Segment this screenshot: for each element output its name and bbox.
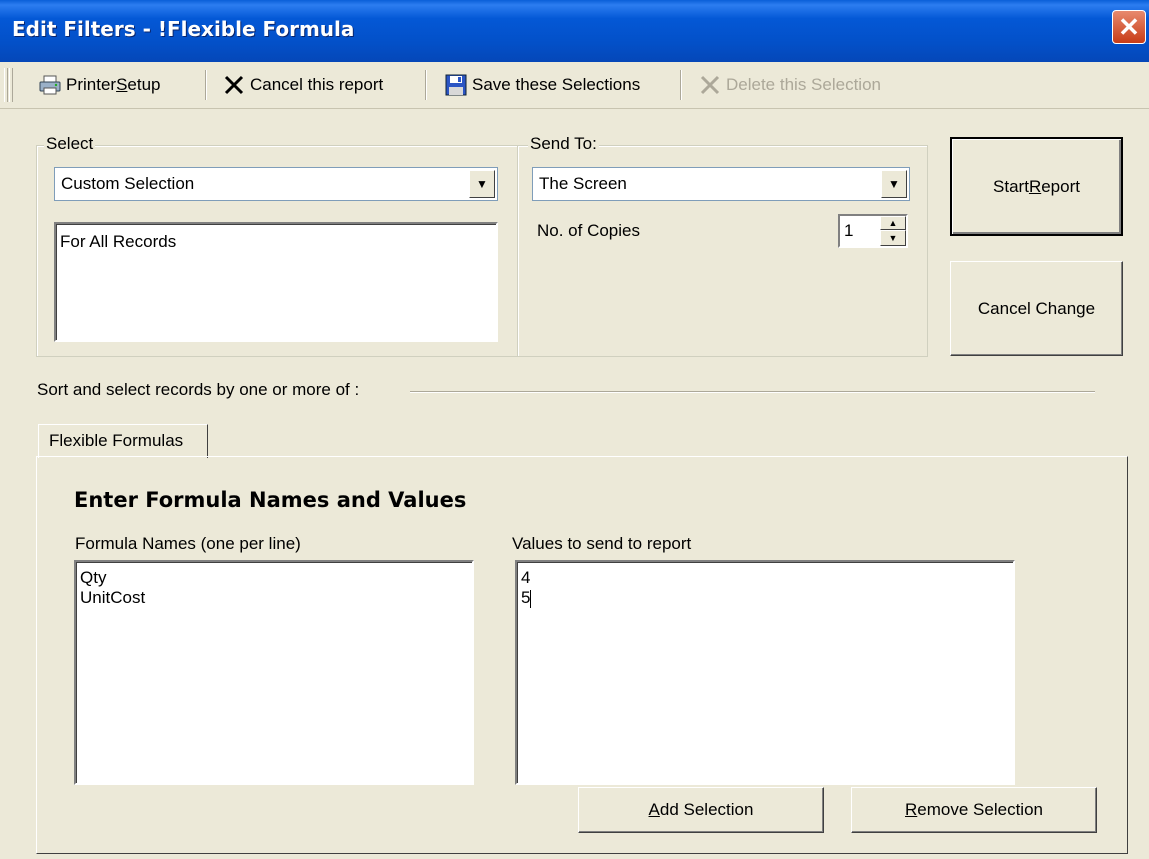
formula-values-label: Values to send to report <box>512 534 692 553</box>
copies-value: 1 <box>844 221 854 240</box>
formula-name-line: Qty <box>80 568 107 587</box>
sort-divider <box>410 391 1095 393</box>
select-group-label: Select <box>44 134 96 154</box>
sort-label: Sort and select records by one or more o… <box>37 380 360 399</box>
formula-name-line: UnitCost <box>80 588 146 607</box>
formula-values-lines: 4 5 <box>521 568 532 608</box>
toolbar-separator <box>425 70 427 100</box>
toolbar-grip[interactable] <box>9 68 13 102</box>
toolbar: Printer Setup Cancel this report Save th… <box>0 62 1149 109</box>
formula-heading: Enter Formula Names and Values <box>74 488 467 512</box>
remove-selection-button[interactable]: Remove Selection <box>851 787 1097 833</box>
delete-selection-button[interactable]: Delete this Selection <box>698 70 881 100</box>
copies-spinner[interactable]: 1 ▲ ▼ <box>838 214 908 248</box>
text-cursor <box>530 589 532 608</box>
chevron-down-icon[interactable]: ▼ <box>469 170 495 198</box>
send-to-group-label: Send To: <box>528 134 599 154</box>
formula-names-lines: Qty UnitCost <box>80 568 145 608</box>
tab-flexible-formulas[interactable]: Flexible Formulas <box>38 424 208 458</box>
criteria-text: For All Records <box>60 232 177 251</box>
spin-down-icon[interactable]: ▼ <box>880 230 906 246</box>
toolbar-grip[interactable] <box>4 68 8 102</box>
x-icon <box>222 74 246 96</box>
formula-names-textarea[interactable]: Qty UnitCost <box>74 560 474 785</box>
floppy-disk-icon <box>444 74 468 96</box>
printer-setup-button[interactable]: Printer Setup <box>38 70 161 100</box>
formula-values-textarea[interactable]: 4 5 <box>515 560 1015 785</box>
selection-combo[interactable]: Custom Selection ▼ <box>54 167 498 201</box>
send-to-combo-value: The Screen <box>539 174 627 193</box>
send-to-combo[interactable]: The Screen ▼ <box>532 167 910 201</box>
cancel-change-button[interactable]: Cancel Change <box>950 261 1123 356</box>
printer-icon <box>38 74 62 96</box>
close-button[interactable]: ✕ <box>1112 10 1146 44</box>
tab-label: Flexible Formulas <box>49 431 184 450</box>
x-icon <box>698 74 722 96</box>
formula-value-line: 5 <box>521 588 532 608</box>
toolbar-separator <box>205 70 207 100</box>
selection-combo-value: Custom Selection <box>61 174 195 193</box>
formula-names-label: Formula Names (one per line) <box>75 534 301 553</box>
copies-label: No. of Copies <box>537 221 640 240</box>
spin-up-icon[interactable]: ▲ <box>880 216 906 230</box>
start-report-button[interactable]: Start Report <box>950 137 1123 236</box>
add-selection-button[interactable]: Add Selection <box>578 787 824 833</box>
cancel-report-button[interactable]: Cancel this report <box>222 70 383 100</box>
toolbar-separator <box>680 70 682 100</box>
selection-criteria-box[interactable]: For All Records <box>54 222 498 342</box>
window-title: Edit Filters - !Flexible Formula <box>12 17 355 41</box>
formula-value-line: 4 <box>521 568 531 587</box>
chevron-down-icon[interactable]: ▼ <box>881 170 907 198</box>
save-selections-button[interactable]: Save these Selections <box>444 70 640 100</box>
